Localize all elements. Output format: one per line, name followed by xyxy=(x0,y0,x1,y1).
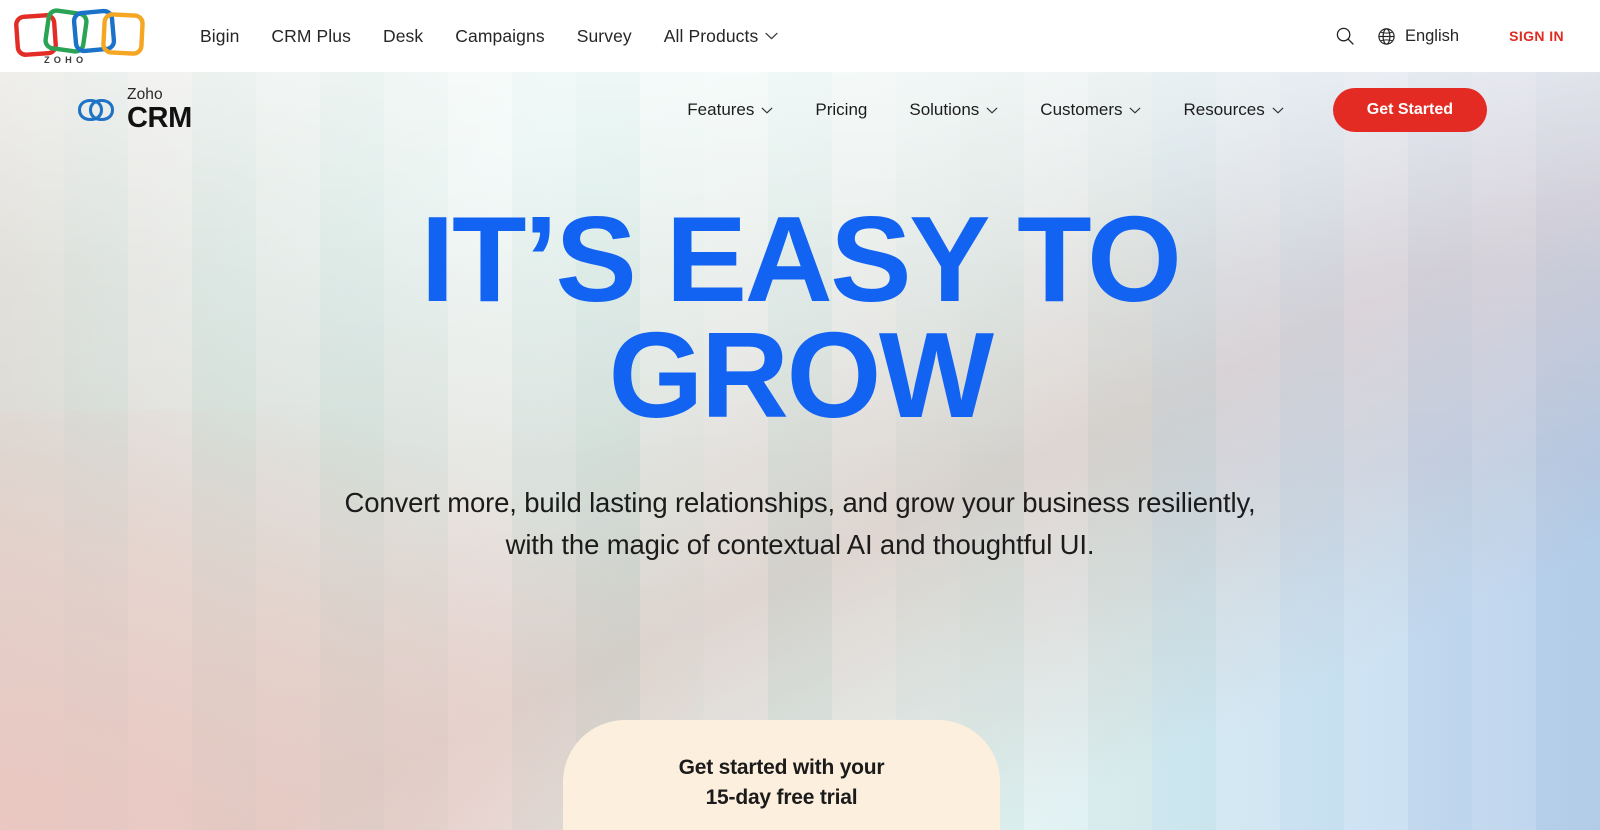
globe-icon xyxy=(1378,27,1395,45)
crm-product-header: Zoho CRM Features Pricing Solutions Cust… xyxy=(0,72,1600,148)
signup-title-line-2: 15-day free trial xyxy=(705,785,858,809)
page-root: ZOHO Bigin CRM Plus Desk Campaigns Surve… xyxy=(0,0,1600,830)
crm-nav-label: Pricing xyxy=(815,100,868,119)
zoho-nav-label: Campaigns xyxy=(455,25,545,46)
get-started-button[interactable]: Get Started xyxy=(1332,88,1487,132)
chevron-down-icon xyxy=(1130,107,1141,113)
crm-nav-label: Solutions xyxy=(909,100,980,119)
crm-nav-item-pricing[interactable]: Pricing xyxy=(794,92,888,128)
zoho-logo[interactable]: ZOHO xyxy=(14,7,146,65)
signup-card-title: Get started with your 15-day free trial xyxy=(563,753,1000,813)
zoho-product-nav: Bigin CRM Plus Desk Campaigns Survey All… xyxy=(184,20,794,53)
brand-zoho: Zoho xyxy=(127,86,163,104)
zoho-wordmark: ZOHO xyxy=(44,55,87,65)
brand-crm: CRM xyxy=(127,101,192,134)
zoho-nav-item-desk[interactable]: Desk xyxy=(367,20,439,53)
crm-main-nav: Features Pricing Solutions Customers Res… xyxy=(666,92,1304,128)
hero-subheadline: Convert more, build lasting relationship… xyxy=(0,482,1600,566)
crm-nav-item-customers[interactable]: Customers xyxy=(1019,92,1162,128)
zoho-nav-item-survey[interactable]: Survey xyxy=(561,20,648,53)
zoho-nav-label: Survey xyxy=(576,25,632,46)
zoho-nav-item-crm-plus[interactable]: CRM Plus xyxy=(255,20,367,53)
sign-in-label: SIGN IN xyxy=(1509,28,1564,44)
zoho-nav-label: All Products xyxy=(663,25,759,46)
free-trial-signup-card: Get started with your 15-day free trial xyxy=(563,720,1000,830)
chevron-down-icon xyxy=(986,107,998,113)
signup-title-line-1: Get started with your xyxy=(678,756,885,779)
zoho-nav-item-campaigns[interactable]: Campaigns xyxy=(439,20,560,53)
zoho-header-actions: English SIGN IN xyxy=(1323,20,1600,52)
zoho-crm-link-icon xyxy=(77,98,115,122)
search-button[interactable] xyxy=(1323,20,1367,52)
zoho-global-header: ZOHO Bigin CRM Plus Desk Campaigns Surve… xyxy=(0,0,1600,72)
crm-nav-item-resources[interactable]: Resources xyxy=(1162,92,1304,128)
crm-nav-label: Features xyxy=(687,100,755,119)
hero-section: Zoho CRM Features Pricing Solutions Cust… xyxy=(0,72,1600,830)
zoho-nav-label: Desk xyxy=(382,25,424,46)
headline-line-2: GROW xyxy=(608,306,994,443)
zoho-nav-item-all-products[interactable]: All Products xyxy=(648,20,795,53)
zoho-crm-logo[interactable]: Zoho CRM xyxy=(74,87,192,133)
chevron-down-icon xyxy=(762,107,773,113)
search-icon xyxy=(1336,27,1354,45)
hero-headline: IT’S EASY TO GROW xyxy=(0,198,1600,443)
language-label: English xyxy=(1404,26,1460,45)
zoho-nav-label: CRM Plus xyxy=(271,25,351,46)
crm-nav-item-solutions[interactable]: Solutions xyxy=(888,92,1019,128)
subhead-line-2: with the magic of contextual AI and thou… xyxy=(505,528,1095,560)
crm-nav-label: Customers xyxy=(1040,100,1123,119)
chevron-down-icon xyxy=(765,32,778,40)
zoho-crm-wordmark: Zoho CRM xyxy=(127,87,192,133)
chevron-down-icon xyxy=(1272,107,1284,113)
crm-nav-label: Resources xyxy=(1183,100,1265,119)
language-selector[interactable]: English xyxy=(1367,21,1469,52)
subhead-line-1: Convert more, build lasting relationship… xyxy=(344,486,1256,518)
sign-in-link[interactable]: SIGN IN xyxy=(1469,22,1582,50)
crm-nav-item-features[interactable]: Features xyxy=(666,92,794,128)
zoho-nav-item-bigin[interactable]: Bigin xyxy=(184,20,255,53)
zoho-nav-label: Bigin xyxy=(200,25,240,46)
